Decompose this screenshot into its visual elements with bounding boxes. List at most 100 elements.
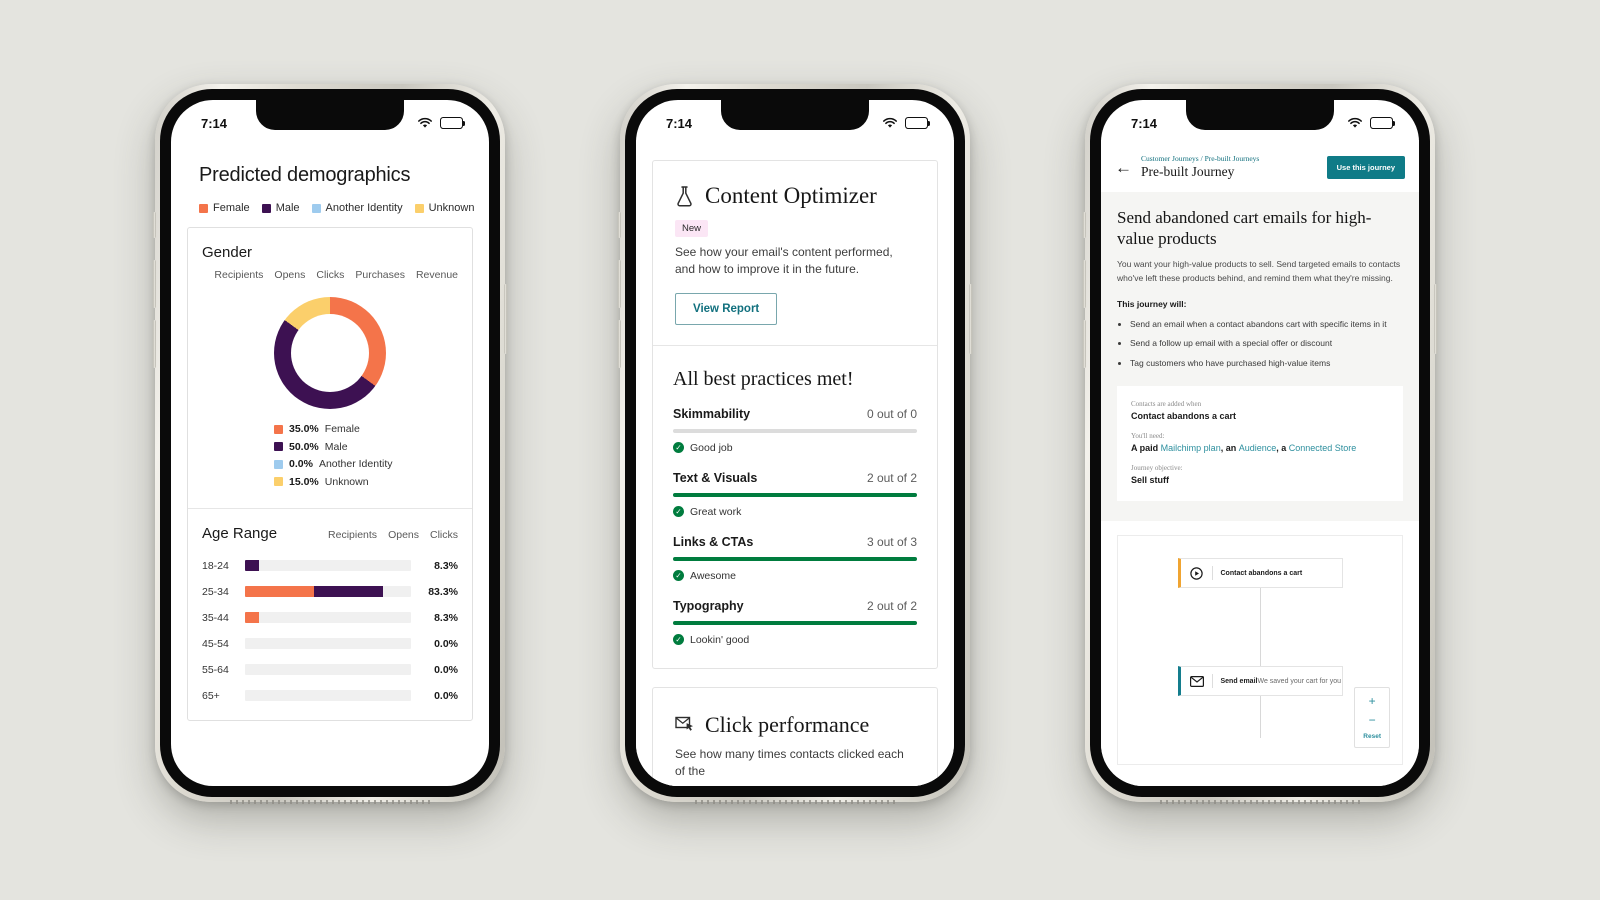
wifi-icon xyxy=(883,117,897,128)
zoom-in-button[interactable]: + xyxy=(1369,695,1376,707)
age-percent: 0.0% xyxy=(434,689,458,702)
flow-node-trigger[interactable]: Contact abandons a cart xyxy=(1177,558,1343,589)
phone3-scroll[interactable]: ← Customer Journeys / Pre-built Journeys… xyxy=(1101,140,1419,786)
age-bar-track xyxy=(245,664,411,675)
age-bar-track xyxy=(245,638,411,649)
breakdown-percent: 50.0% xyxy=(289,440,319,453)
breadcrumb-customer-journeys[interactable]: Customer Journeys xyxy=(1141,154,1199,163)
journey-bullet: Send an email when a contact abandons ca… xyxy=(1130,318,1403,332)
volume-up-button[interactable] xyxy=(153,260,156,308)
best-practice-note: ✓ Lookin' good xyxy=(673,634,917,646)
back-arrow-icon[interactable]: ← xyxy=(1115,159,1132,176)
phone-screen-2: 7:14 Content Optimizer New See how your … xyxy=(636,100,954,786)
flow-node-label: Contact abandons a cart xyxy=(1220,569,1303,577)
breadcrumb: Customer Journeys / Pre-built Journeys xyxy=(1141,154,1259,163)
power-button[interactable] xyxy=(969,284,972,354)
power-button[interactable] xyxy=(504,284,507,354)
age-bracket-label: 65+ xyxy=(202,689,220,702)
view-report-button[interactable]: View Report xyxy=(675,292,778,325)
column-header: Opens xyxy=(274,269,306,281)
detail-value: Contact abandons a cart xyxy=(1131,411,1237,422)
status-bar-1: 7:14 xyxy=(171,100,489,140)
status-time: 7:14 xyxy=(1131,115,1158,131)
journey-list-label: This journey will: xyxy=(1117,298,1187,309)
gender-breakdown-legend: 35.0% Female 50.0% Male 0.0% Another Identity… xyxy=(202,423,458,494)
phone-device-3: 7:14 ← Customer Journeys / Pre-built Jou… xyxy=(1083,84,1437,804)
best-practice-bar xyxy=(673,556,917,561)
journey-flow-canvas[interactable]: Contact abandons a cart Send emailWe sav… xyxy=(1117,535,1403,766)
flow-node-send-email[interactable]: Send emailWe saved your cart for you xyxy=(1177,666,1343,697)
journey-bullet: Tag customers who have purchased high-va… xyxy=(1130,357,1403,371)
detail-contacts-added: Contacts are added when Contact abandons… xyxy=(1131,400,1389,421)
click-performance-title: Click performance xyxy=(705,711,870,737)
flask-icon xyxy=(677,186,692,207)
best-practice-note-text: Good job xyxy=(690,441,733,454)
mute-switch[interactable] xyxy=(1083,212,1086,238)
age-range-row: 65+ 0.0% xyxy=(202,690,458,702)
speaker-grille xyxy=(695,800,895,804)
legend-swatch xyxy=(274,442,283,451)
age-bar-segment xyxy=(245,612,259,623)
detail-youll-need: You'll need: A paid Mailchimp plan, an A… xyxy=(1131,432,1389,453)
best-practice-name: Typography xyxy=(673,598,744,613)
detail-value: A paid Mailchimp plan, an Audience, a Co… xyxy=(1131,443,1389,453)
status-time: 7:14 xyxy=(201,115,228,131)
click-performance-card: Click performance See how many times con… xyxy=(652,686,938,786)
age-range-row: 45-54 0.0% xyxy=(202,638,458,650)
check-circle-icon: ✓ xyxy=(673,442,684,454)
journey-description-panel: Send abandoned cart emails for high-valu… xyxy=(1101,192,1419,522)
volume-down-button[interactable] xyxy=(618,320,621,368)
age-percent: 0.0% xyxy=(434,637,458,650)
content-optimizer-heading: Content Optimizer xyxy=(675,183,915,209)
legend-swatch xyxy=(274,459,283,469)
node-divider xyxy=(1211,566,1213,581)
legend-item: Unknown xyxy=(414,202,474,214)
volume-down-button[interactable] xyxy=(1083,320,1086,368)
phone1-scroll[interactable]: Predicted demographics Female Male Another… xyxy=(171,140,489,786)
click-performance-heading: Click performance xyxy=(675,712,915,738)
best-practices-section: All best practices met! Skimmability 0 ou… xyxy=(653,346,937,668)
mute-switch[interactable] xyxy=(153,212,156,238)
flow-node-title: Send email xyxy=(1220,677,1258,685)
age-range-row: 18-24 8.3% xyxy=(202,560,458,572)
best-practice-score: 2 out of 2 xyxy=(866,470,917,485)
age-column-headers: Recipients Opens Clicks xyxy=(328,529,458,541)
journey-header: ← Customer Journeys / Pre-built Journeys… xyxy=(1101,140,1419,192)
best-practice-note: ✓ Awesome xyxy=(673,570,917,582)
phone2-scroll[interactable]: Content Optimizer New See how your email… xyxy=(636,140,954,786)
mute-switch[interactable] xyxy=(618,212,621,238)
journey-bullet-list: Send an email when a contact abandons ca… xyxy=(1130,318,1403,371)
zoom-out-button[interactable]: − xyxy=(1369,714,1376,726)
flow-node-subtitle: We saved your cart for you xyxy=(1257,677,1341,685)
click-performance-description: See how many times contacts clicked each… xyxy=(675,746,904,779)
volume-down-button[interactable] xyxy=(153,320,156,368)
age-range-row: 55-64 0.0% xyxy=(202,664,458,676)
use-this-journey-button[interactable]: Use this journey xyxy=(1326,155,1405,179)
link-connected-store[interactable]: Connected Store xyxy=(1289,443,1357,453)
gender-title: Gender xyxy=(202,244,253,261)
gender-section: Gender Recipients Opens Clicks Purchases Rev… xyxy=(188,228,472,508)
link-audience[interactable]: Audience xyxy=(1239,443,1277,453)
volume-up-button[interactable] xyxy=(1083,260,1086,308)
legend-item: Female xyxy=(199,202,250,214)
best-practice-item: Skimmability 0 out of 0 ✓ Good job xyxy=(673,407,917,454)
zoom-reset-button[interactable]: Reset xyxy=(1363,733,1381,740)
click-map-icon xyxy=(675,717,693,731)
breakdown-percent: 35.0% xyxy=(289,423,319,435)
new-badge: New xyxy=(675,220,709,237)
best-practice-note: ✓ Good job xyxy=(673,442,917,454)
best-practice-item: Typography 2 out of 2 ✓ Lookin' good xyxy=(673,599,917,646)
power-button[interactable] xyxy=(1434,284,1437,354)
column-header: Purchases xyxy=(355,269,405,281)
gender-breakdown-item: 35.0% Female xyxy=(274,423,458,435)
legend-swatch xyxy=(311,203,321,213)
flow-connector-2 xyxy=(1259,696,1261,739)
age-range-row: 25-34 83.3% xyxy=(202,586,458,598)
phone-screen-3: 7:14 ← Customer Journeys / Pre-built Jou… xyxy=(1101,100,1419,786)
donut-ring xyxy=(274,297,386,409)
volume-up-button[interactable] xyxy=(618,260,621,308)
detail-value: Sell stuff xyxy=(1131,475,1170,486)
best-practice-note-text: Awesome xyxy=(690,569,736,582)
breadcrumb-prebuilt-journeys[interactable]: Pre-built Journeys xyxy=(1205,154,1260,163)
link-mailchimp-plan[interactable]: Mailchimp plan xyxy=(1161,443,1221,453)
